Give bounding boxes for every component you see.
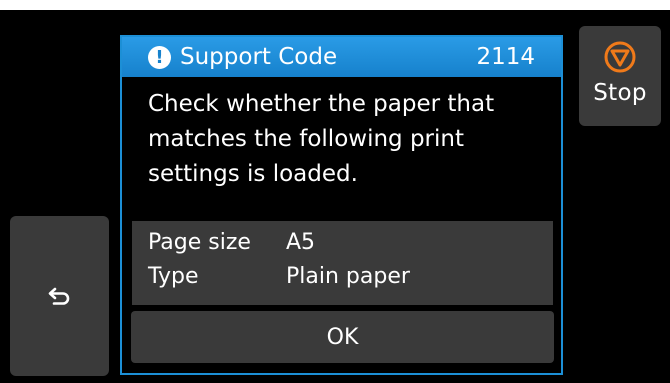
exclamation-circle-icon: ! [148, 45, 171, 69]
back-arrow-icon [48, 287, 69, 305]
stop-circle-icon [604, 41, 636, 73]
support-code-dialog: ! Support Code 2114 Check whether the pa… [120, 35, 563, 375]
setting-label: Page size [148, 230, 251, 255]
setting-row-page-size: Page size A5 [148, 230, 315, 255]
dialog-header: ! Support Code 2114 [122, 37, 561, 77]
support-code-number: 2114 [476, 44, 535, 70]
ok-button[interactable]: OK [131, 311, 554, 363]
setting-label: Type [148, 264, 199, 289]
stop-button[interactable]: Stop [579, 26, 661, 126]
print-settings-panel: Page size A5 Type Plain paper [132, 221, 553, 305]
setting-value: Plain paper [286, 264, 410, 289]
setting-row-type: Type Plain paper [148, 264, 410, 289]
back-button[interactable] [10, 216, 109, 376]
dialog-title: Support Code [180, 44, 338, 70]
stop-label: Stop [593, 80, 647, 106]
printer-display: ! Support Code 2114 Check whether the pa… [0, 10, 670, 383]
dialog-message: Check whether the paper that matches the… [148, 91, 495, 187]
setting-value: A5 [286, 230, 316, 255]
